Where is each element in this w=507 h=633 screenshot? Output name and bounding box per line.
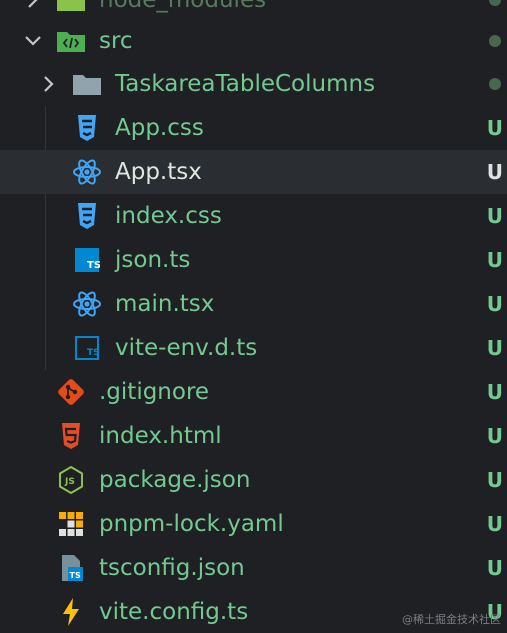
svg-text:TS: TS (70, 571, 81, 580)
typescript-def-icon: TS (72, 333, 102, 363)
tree-item-taskarea-folder[interactable]: TaskareaTableColumns (0, 62, 507, 106)
tree-item-index-html[interactable]: index.html U (0, 414, 507, 458)
status-badge: U (486, 248, 503, 272)
status-badge: U (486, 468, 503, 492)
status-badge: U (486, 556, 503, 580)
chevron-right-icon (24, 0, 42, 9)
modified-dot (489, 0, 501, 6)
folder-node-icon (56, 0, 86, 15)
status-badge: U (486, 512, 503, 536)
typescript-icon: TS (72, 245, 102, 275)
folder-icon (72, 69, 102, 99)
modified-dot (489, 35, 501, 47)
tree-item-label: App.tsx (115, 159, 202, 185)
vite-icon (56, 597, 86, 627)
react-icon (72, 157, 102, 187)
css-icon (72, 201, 102, 231)
tree-item-app-css[interactable]: App.css U (0, 106, 507, 150)
status-badge: U (486, 160, 503, 184)
tree-item-json-ts[interactable]: TS json.ts U (0, 238, 507, 282)
tree-item-label: index.html (99, 423, 222, 449)
html-icon (56, 421, 86, 451)
status-badge: U (486, 204, 503, 228)
tree-item-vite-env[interactable]: TS vite-env.d.ts U (0, 326, 507, 370)
tree-item-src[interactable]: src (0, 19, 507, 63)
tree-item-tsconfig[interactable]: TS tsconfig.json U (0, 546, 507, 590)
tree-item-label: json.ts (115, 247, 191, 273)
svg-text:TS: TS (87, 260, 100, 271)
react-icon (72, 289, 102, 319)
status-badge: U (486, 292, 503, 316)
tree-item-pnpm-lock[interactable]: pnpm-lock.yaml U (0, 502, 507, 546)
css-icon (72, 113, 102, 143)
tree-item-label: main.tsx (115, 291, 215, 317)
chevron-down-icon (24, 32, 42, 50)
tree-item-main-tsx[interactable]: main.tsx U (0, 282, 507, 326)
svg-text:TS: TS (87, 348, 100, 358)
svg-text:JS: JS (64, 477, 75, 487)
status-badge: U (486, 116, 503, 140)
tree-item-label: vite.config.ts (99, 599, 249, 625)
tree-item-label: package.json (99, 467, 251, 493)
chevron-right-icon (40, 75, 58, 93)
modified-dot (489, 78, 501, 90)
tree-item-label: vite-env.d.ts (115, 335, 258, 361)
tree-item-app-tsx[interactable]: App.tsx U (0, 150, 507, 194)
status-badge: U (486, 424, 503, 448)
tree-item-label: tsconfig.json (99, 555, 245, 581)
git-icon (56, 377, 86, 407)
file-explorer: node_modules src TaskareaTableColumns Ap… (0, 0, 507, 633)
tree-item-label: pnpm-lock.yaml (99, 511, 284, 537)
status-badge: U (486, 380, 503, 404)
tree-item-package-json[interactable]: JS package.json U (0, 458, 507, 502)
tree-item-label: index.css (115, 203, 222, 229)
status-badge: U (486, 336, 503, 360)
folder-src-open-icon (56, 26, 86, 56)
watermark: @稀土掘金技术社区 (402, 613, 501, 626)
nodejs-icon: JS (56, 465, 86, 495)
tree-item-index-css[interactable]: index.css U (0, 194, 507, 238)
pnpm-icon (56, 509, 86, 539)
tree-item-label: TaskareaTableColumns (115, 71, 376, 97)
tree-item-label: src (99, 28, 133, 54)
tree-item-label: App.css (115, 115, 204, 141)
tree-item-label: .gitignore (99, 379, 210, 405)
tsconfig-icon: TS (56, 553, 86, 583)
tree-item-gitignore[interactable]: .gitignore U (0, 370, 507, 414)
